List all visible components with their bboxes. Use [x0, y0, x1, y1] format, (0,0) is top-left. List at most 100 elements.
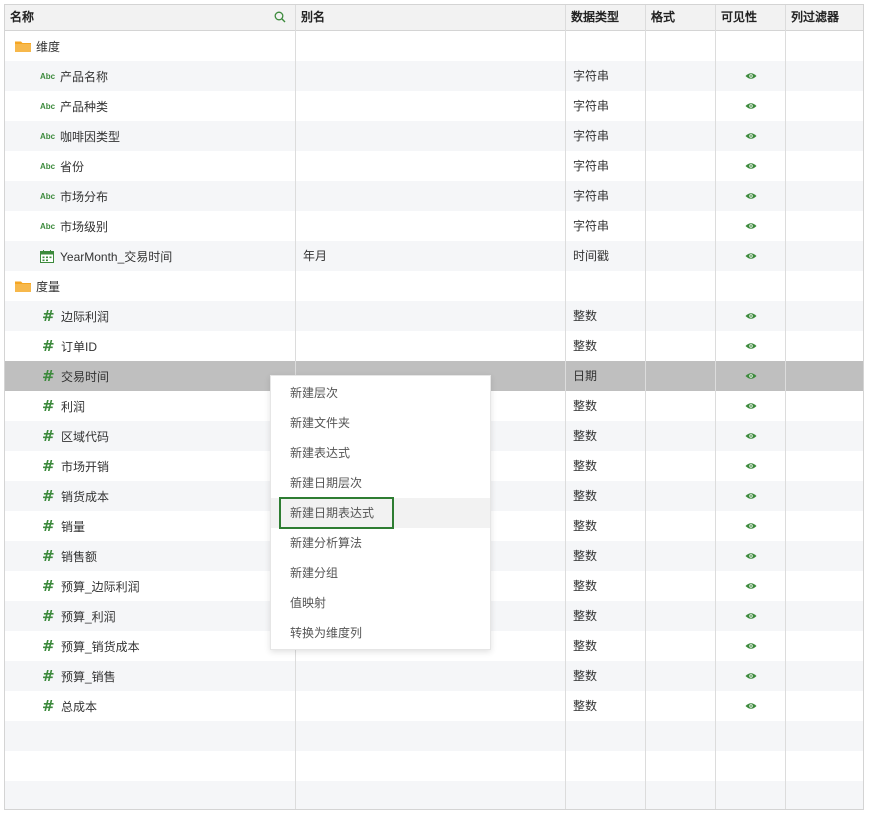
eye-icon[interactable] — [745, 552, 757, 560]
field-name-cell: 维度 — [15, 31, 60, 61]
datatype-cell[interactable]: 整数 — [573, 301, 597, 331]
header-alias[interactable]: 别名 — [296, 5, 566, 30]
context-menu: 新建层次 新建文件夹 新建表达式 新建日期层次 新建日期表达式 新建分析算法 新建分组 值映射… — [270, 375, 491, 650]
header-format[interactable]: 格式 — [646, 5, 716, 30]
eye-icon[interactable] — [745, 462, 757, 470]
table-row[interactable]: # 边际利润 整数 — [5, 301, 863, 331]
field-name-cell: Abc 市场级别 — [40, 211, 108, 241]
context-menu-item[interactable]: 新建分组 — [271, 558, 490, 588]
eye-icon[interactable] — [745, 372, 757, 380]
table-row[interactable]: # 订单ID 整数 — [5, 331, 863, 361]
eye-icon[interactable] — [745, 582, 757, 590]
field-name: 维度 — [36, 39, 61, 54]
eye-icon[interactable] — [745, 402, 757, 410]
field-name-cell: Abc 咖啡因类型 — [40, 121, 120, 151]
datatype-cell[interactable]: 整数 — [573, 691, 597, 721]
eye-icon[interactable] — [745, 72, 757, 80]
alias-cell[interactable]: 年月 — [303, 241, 327, 271]
string-type-icon: Abc — [40, 71, 56, 81]
number-type-icon: # — [42, 367, 55, 385]
field-name-cell: # 预算_销货成本 — [42, 631, 140, 661]
number-type-icon: # — [42, 307, 55, 325]
field-name: YearMonth_交易时间 — [60, 249, 173, 264]
datatype-cell[interactable]: 整数 — [573, 331, 597, 361]
field-name: 市场分布 — [60, 189, 109, 204]
table-row[interactable]: YearMonth_交易时间 年月 时间戳 — [5, 241, 863, 271]
folder-row-dimension[interactable]: 维度 — [5, 31, 863, 61]
context-menu-item[interactable]: 新建表达式 — [271, 438, 490, 468]
context-menu-item[interactable]: 新建文件夹 — [271, 408, 490, 438]
datatype-cell[interactable]: 字符串 — [573, 61, 609, 91]
eye-icon[interactable] — [745, 702, 757, 710]
datatype-cell[interactable]: 整数 — [573, 541, 597, 571]
eye-icon[interactable] — [745, 252, 757, 260]
eye-icon[interactable] — [745, 342, 757, 350]
table-row[interactable]: Abc 产品名称 字符串 — [5, 61, 863, 91]
datatype-cell[interactable]: 字符串 — [573, 91, 609, 121]
datatype-cell[interactable]: 日期 — [573, 361, 597, 391]
table-row[interactable]: # 总成本 整数 — [5, 691, 863, 721]
table-row[interactable]: Abc 市场分布 字符串 — [5, 181, 863, 211]
datatype-cell[interactable]: 整数 — [573, 481, 597, 511]
empty-row — [5, 751, 863, 781]
empty-row — [5, 721, 863, 751]
datatype-cell[interactable]: 时间戳 — [573, 241, 609, 271]
empty-row — [5, 781, 863, 809]
table-row[interactable]: Abc 市场级别 字符串 — [5, 211, 863, 241]
datatype-cell[interactable]: 整数 — [573, 451, 597, 481]
eye-icon[interactable] — [745, 522, 757, 530]
datatype-cell[interactable]: 整数 — [573, 511, 597, 541]
table-row[interactable]: # 预算_销售 整数 — [5, 661, 863, 691]
datatype-cell[interactable]: 整数 — [573, 661, 597, 691]
table-row[interactable]: Abc 省份 字符串 — [5, 151, 863, 181]
field-name-cell: # 销售额 — [42, 541, 97, 571]
header-name[interactable]: 名称 — [5, 5, 296, 30]
number-type-icon: # — [42, 457, 55, 475]
visibility-cell — [741, 151, 761, 181]
eye-icon[interactable] — [745, 162, 757, 170]
eye-icon[interactable] — [745, 312, 757, 320]
context-menu-item[interactable]: 新建日期层次 — [271, 468, 490, 498]
table-row[interactable]: Abc 咖啡因类型 字符串 — [5, 121, 863, 151]
table-row[interactable]: Abc 产品种类 字符串 — [5, 91, 863, 121]
eye-icon[interactable] — [745, 192, 757, 200]
grid-header: 名称 别名 数据类型 格式 可见性 列过滤器 — [5, 5, 863, 31]
search-icon[interactable] — [274, 11, 286, 23]
field-name: 订单ID — [61, 339, 98, 354]
datatype-cell[interactable]: 整数 — [573, 421, 597, 451]
visibility-cell — [741, 241, 761, 271]
column-divider — [565, 5, 566, 809]
visibility-cell — [741, 91, 761, 121]
datatype-cell[interactable]: 整数 — [573, 601, 597, 631]
field-name: 边际利润 — [61, 309, 110, 324]
datatype-cell[interactable]: 字符串 — [573, 181, 609, 211]
eye-icon[interactable] — [745, 222, 757, 230]
datatype-cell[interactable]: 字符串 — [573, 211, 609, 241]
number-type-icon: # — [42, 697, 55, 715]
datatype-cell[interactable]: 字符串 — [573, 121, 609, 151]
header-visible[interactable]: 可见性 — [716, 5, 786, 30]
context-menu-item[interactable]: 转换为维度列 — [271, 618, 490, 648]
eye-icon[interactable] — [745, 132, 757, 140]
visibility-cell — [741, 661, 761, 691]
datatype-cell[interactable]: 整数 — [573, 391, 597, 421]
datatype-cell[interactable]: 整数 — [573, 571, 597, 601]
field-name-cell: # 利润 — [42, 391, 85, 421]
folder-row-measure[interactable]: 度量 — [5, 271, 863, 301]
eye-icon[interactable] — [745, 672, 757, 680]
datatype-cell[interactable]: 字符串 — [573, 151, 609, 181]
header-datatype[interactable]: 数据类型 — [566, 5, 646, 30]
context-menu-item[interactable]: 值映射 — [271, 588, 490, 618]
field-name: 预算_边际利润 — [61, 579, 140, 594]
header-column-filter[interactable]: 列过滤器 — [786, 5, 863, 30]
eye-icon[interactable] — [745, 492, 757, 500]
eye-icon[interactable] — [745, 612, 757, 620]
eye-icon[interactable] — [745, 432, 757, 440]
datatype-cell[interactable]: 整数 — [573, 631, 597, 661]
field-name: 产品名称 — [60, 69, 109, 84]
context-menu-item[interactable]: 新建分析算法 — [271, 528, 490, 558]
context-menu-item[interactable]: 新建层次 — [271, 378, 490, 408]
number-type-icon: # — [42, 397, 55, 415]
eye-icon[interactable] — [745, 102, 757, 110]
eye-icon[interactable] — [745, 642, 757, 650]
